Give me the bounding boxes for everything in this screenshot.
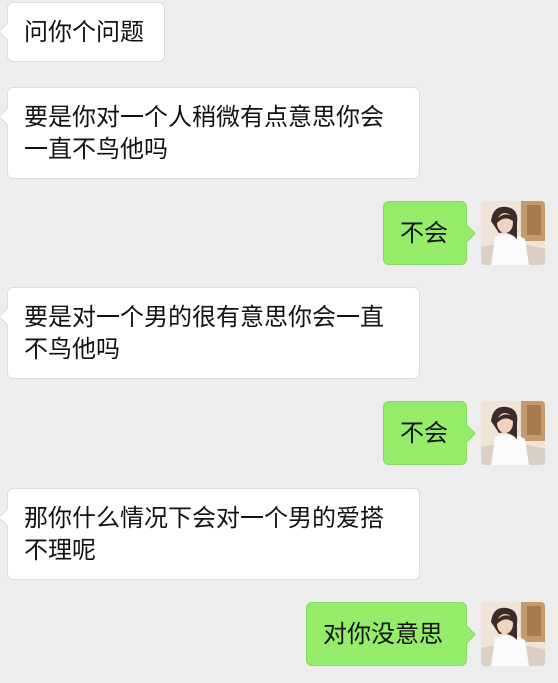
message-bubble-incoming[interactable]: 那你什么情况下会对一个男的爱搭不理呢 bbox=[7, 488, 420, 580]
message-bubble-incoming[interactable]: 要是对一个男的很有意思你会一直不鸟他吗 bbox=[7, 287, 420, 379]
avatar-icon bbox=[481, 602, 545, 666]
user-avatar[interactable] bbox=[481, 602, 545, 666]
message-text: 那你什么情况下会对一个男的爱搭不理呢 bbox=[24, 504, 384, 564]
message-text: 问你个问题 bbox=[24, 18, 144, 46]
message-bubble-incoming[interactable]: 问你个问题 bbox=[7, 2, 165, 62]
user-avatar[interactable] bbox=[481, 401, 545, 465]
message-bubble-outgoing[interactable]: 不会 bbox=[383, 201, 467, 265]
message-bubble-outgoing[interactable]: 不会 bbox=[383, 401, 467, 465]
avatar-icon bbox=[481, 201, 545, 265]
message-bubble-incoming[interactable]: 要是你对一个人稍微有点意思你会一直不鸟他吗 bbox=[7, 87, 420, 179]
message-bubble-outgoing[interactable]: 对你没意思 bbox=[306, 602, 467, 666]
user-avatar[interactable] bbox=[481, 201, 545, 265]
message-text: 对你没意思 bbox=[323, 620, 443, 648]
message-text: 要是你对一个人稍微有点意思你会一直不鸟他吗 bbox=[24, 103, 384, 163]
message-text: 不会 bbox=[400, 219, 448, 247]
message-text: 不会 bbox=[400, 419, 448, 447]
avatar-icon bbox=[481, 401, 545, 465]
message-text: 要是对一个男的很有意思你会一直不鸟他吗 bbox=[24, 303, 384, 363]
